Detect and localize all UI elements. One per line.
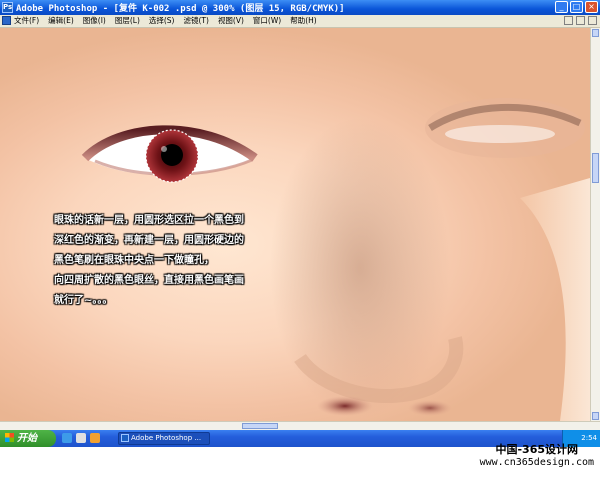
document-controls xyxy=(564,16,597,25)
media-player-icon[interactable] xyxy=(76,433,86,443)
menu-filter[interactable]: 滤镜(T) xyxy=(184,15,209,27)
menu-layer[interactable]: 图层(L) xyxy=(115,15,140,27)
vertical-scrollbar[interactable] xyxy=(590,28,600,421)
document-canvas[interactable]: 眼珠的话新一层，用圆形选区拉一个黑色到 深红色的渐变，再新建一层，用圆形硬边的 … xyxy=(0,28,590,421)
watermark-footer: 中国-365设计网 www.cn365design.com xyxy=(0,443,600,477)
caption-line: 眼珠的话新一层，用圆形选区拉一个黑色到 xyxy=(54,215,244,226)
horizontal-scroll-thumb[interactable] xyxy=(242,423,278,429)
tutorial-caption: 眼珠的话新一层，用圆形选区拉一个黑色到 深红色的渐变，再新建一层，用圆形硬边的 … xyxy=(54,211,284,311)
start-button[interactable]: 开始 xyxy=(0,430,56,447)
document-icon[interactable] xyxy=(2,16,11,25)
start-label: 开始 xyxy=(17,433,37,444)
menu-edit[interactable]: 编辑(E) xyxy=(48,15,74,27)
caption-line: 就行了~。。。 xyxy=(54,295,113,306)
task-label: Adobe Photoshop ... xyxy=(131,434,202,442)
caption-line: 向四周扩散的黑色眼丝，直接用黑色画笔画 xyxy=(54,275,244,286)
maximize-button[interactable]: □ xyxy=(570,1,583,13)
site-name: 中国-365设计网 xyxy=(495,443,578,456)
menu-select[interactable]: 选择(S) xyxy=(149,15,175,27)
horizontal-scrollbar[interactable] xyxy=(0,421,600,430)
site-url: www.cn365design.com xyxy=(479,457,594,468)
menu-bar: 文件(F) 编辑(E) 图像(I) 图层(L) 选择(S) 滤镜(T) 视图(V… xyxy=(0,15,600,28)
window-title: Adobe Photoshop - [复件 K-002 .psd @ 300% … xyxy=(16,4,345,14)
doc-minimize-button[interactable] xyxy=(564,16,573,25)
menu-help[interactable]: 帮助(H) xyxy=(290,15,317,27)
windows-logo-icon xyxy=(5,433,14,442)
menu-view[interactable]: 视图(V) xyxy=(218,15,244,27)
taskbar-item-photoshop[interactable]: Adobe Photoshop ... xyxy=(118,432,210,445)
browser-icon[interactable] xyxy=(90,433,100,443)
doc-restore-button[interactable] xyxy=(576,16,585,25)
caption-line: 深红色的渐变，再新建一层，用圆形硬边的 xyxy=(54,235,244,246)
photoshop-small-icon xyxy=(121,434,129,442)
menu-file[interactable]: 文件(F) xyxy=(14,15,39,27)
photoshop-icon[interactable]: Ps xyxy=(2,2,13,13)
scroll-down-arrow-icon[interactable] xyxy=(592,412,599,420)
caption-line: 黑色笔刷在眼珠中央点一下做瞳孔， xyxy=(54,255,214,266)
vertical-scroll-thumb[interactable] xyxy=(592,153,599,183)
minimize-button[interactable]: _ xyxy=(555,1,568,13)
menu-image[interactable]: 图像(I) xyxy=(83,15,106,27)
menu-window[interactable]: 窗口(W) xyxy=(253,15,281,27)
clock: 2:54 xyxy=(581,434,597,442)
window-controls: _ □ × xyxy=(555,1,598,13)
doc-close-button[interactable] xyxy=(588,16,597,25)
scroll-up-arrow-icon[interactable] xyxy=(592,29,599,37)
title-bar: Ps Adobe Photoshop - [复件 K-002 .psd @ 30… xyxy=(0,0,600,15)
show-desktop-icon[interactable] xyxy=(62,433,72,443)
close-button[interactable]: × xyxy=(585,1,598,13)
